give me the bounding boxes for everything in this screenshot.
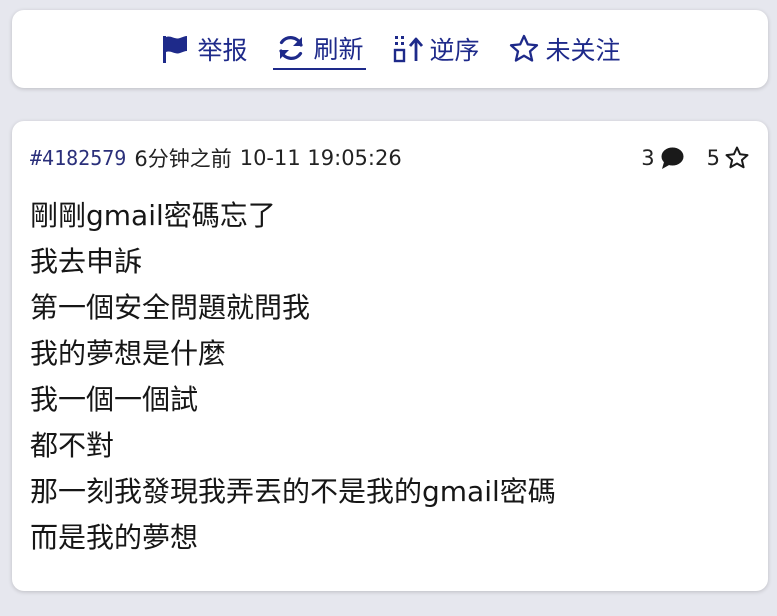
content-line: 我去申訴 <box>30 245 143 278</box>
flag-icon <box>159 33 191 65</box>
timestamp: 10-11 19:05:26 <box>239 146 402 170</box>
post-meta: #4182579 6分钟之前 10-11 19:05:26 3 5 <box>30 143 750 173</box>
content-line: 剛剛gmail密碼忘了 <box>30 199 276 232</box>
content-line: 我一個一個試 <box>30 383 199 416</box>
reverse-order-button[interactable]: 逆序 <box>390 28 482 70</box>
content-line: 第一個安全問題就問我 <box>30 291 311 324</box>
refresh-label: 刷新 <box>313 35 364 64</box>
toolbar: 举报 刷新 逆序 未关注 <box>12 10 768 88</box>
post-content: 剛剛gmail密碼忘了 我去申訴 第一個安全問題就問我 我的夢想是什麼 我一個一… <box>30 193 750 561</box>
reply-count: 3 <box>641 146 655 170</box>
report-label: 举报 <box>197 36 248 65</box>
content-line: 而是我的夢想 <box>30 521 199 554</box>
follow-label: 未关注 <box>545 36 621 65</box>
relative-time: 6分钟之前 <box>134 147 232 171</box>
sort-ascending-icon <box>392 33 424 65</box>
post-card: #4182579 6分钟之前 10-11 19:05:26 3 5 剛剛gmai… <box>12 121 768 591</box>
refresh-button[interactable]: 刷新 <box>273 28 366 70</box>
star-outline-icon <box>508 33 540 65</box>
post-id[interactable]: #4182579 <box>30 146 126 170</box>
follow-button[interactable]: 未关注 <box>506 28 623 70</box>
like-count: 5 <box>706 146 720 170</box>
reverse-order-label: 逆序 <box>429 36 480 65</box>
report-button[interactable]: 举报 <box>157 28 249 70</box>
refresh-icon <box>275 32 307 64</box>
comment-icon <box>659 145 685 171</box>
content-line: 那一刻我發現我弄丟的不是我的gmail密碼 <box>30 475 556 508</box>
content-line: 都不對 <box>30 429 115 462</box>
reply-count-button[interactable]: 3 <box>641 145 684 171</box>
star-outline-icon <box>724 145 750 171</box>
content-line: 我的夢想是什麼 <box>30 337 227 370</box>
like-count-button[interactable]: 5 <box>707 145 750 171</box>
